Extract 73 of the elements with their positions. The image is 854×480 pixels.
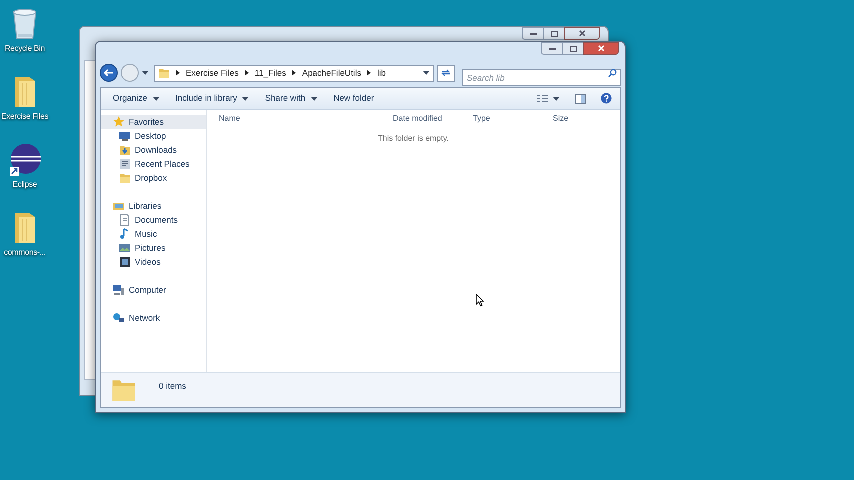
computer-icon <box>113 284 125 296</box>
nav-item[interactable]: Documents <box>101 213 206 227</box>
column-header[interactable]: Name <box>219 112 393 124</box>
column-header[interactable]: Type <box>473 112 553 124</box>
toolbar-button[interactable]: Include in library <box>168 90 258 108</box>
close-icon <box>578 30 586 37</box>
desktop-icon-label[interactable]: Eclipse <box>12 179 38 191</box>
recycle-bin-icon <box>11 8 39 40</box>
nav-item[interactable]: Videos <box>101 255 206 269</box>
close-button[interactable] <box>583 42 619 55</box>
nav-item[interactable]: Computer <box>101 283 206 297</box>
nav-item[interactable]: Recent Places <box>101 157 206 171</box>
address-bar[interactable]: Exercise Files 11_Files ApacheFileUtils lib <box>154 64 434 82</box>
folder-icon <box>119 172 131 184</box>
folder-arrow-icon <box>119 144 131 156</box>
document-icon <box>119 214 131 226</box>
desktop-icon-label[interactable]: Exercise Files <box>2 111 48 123</box>
eclipse-icon <box>8 143 42 177</box>
breadcrumb-item[interactable]: Exercise Files <box>186 66 239 80</box>
film-icon <box>119 256 131 268</box>
chevron-right-icon <box>367 70 372 76</box>
toolbar-button[interactable]: New folder <box>326 90 382 108</box>
star-icon <box>113 116 125 128</box>
search-icon <box>608 68 617 78</box>
back-button[interactable] <box>100 64 118 82</box>
nav-item[interactable]: Pictures <box>101 241 206 255</box>
picture-icon <box>119 242 131 254</box>
nav-item[interactable]: Libraries <box>101 199 206 213</box>
folder-icon <box>13 211 37 245</box>
back-arrow-icon <box>104 69 114 77</box>
refresh-button[interactable] <box>437 64 455 82</box>
empty-folder-message: This folder is empty. <box>378 133 449 145</box>
nav-item[interactable]: Favorites <box>101 115 206 129</box>
nav-item[interactable]: Dropbox <box>101 171 206 185</box>
search-field[interactable]: Search lib <box>462 69 621 86</box>
breadcrumb-item[interactable]: ApacheFileUtils <box>302 66 362 80</box>
minimize-button[interactable] <box>522 27 544 40</box>
list-view-icon <box>537 94 548 102</box>
caret-icon <box>142 71 149 75</box>
recent-places-icon <box>119 158 131 170</box>
nav-item[interactable]: Desktop <box>101 129 206 143</box>
help-icon <box>600 93 612 104</box>
breadcrumb-item[interactable]: lib <box>377 66 386 80</box>
column-header[interactable]: Size <box>553 112 613 124</box>
maximize-button[interactable] <box>544 27 564 40</box>
close-button[interactable] <box>564 27 600 40</box>
preview-pane-icon <box>574 94 586 104</box>
toolbar-button[interactable]: Organize <box>105 90 168 108</box>
music-note-icon <box>119 228 131 240</box>
desktop-icon-label[interactable]: Recycle Bin <box>4 43 46 55</box>
network-icon <box>113 312 125 324</box>
minimize-button[interactable] <box>541 42 563 55</box>
close-icon <box>598 45 604 52</box>
nav-item[interactable]: Music <box>101 227 206 241</box>
desktop-icon-label[interactable]: commons-... <box>4 247 46 259</box>
nav-item[interactable]: Downloads <box>101 143 206 157</box>
chevron-right-icon <box>292 70 296 76</box>
refresh-icon <box>441 69 451 77</box>
caret-icon <box>553 96 560 100</box>
chevron-right-icon <box>244 70 249 76</box>
folder-icon <box>13 75 37 109</box>
folder-icon <box>158 67 170 79</box>
breadcrumb-item[interactable]: 11_Files <box>254 66 286 80</box>
libraries-icon <box>113 200 125 212</box>
item-count: 0 items <box>159 380 186 393</box>
chevron-right-icon <box>176 70 180 76</box>
maximize-button[interactable] <box>563 42 583 55</box>
caret-icon <box>423 71 430 75</box>
column-header[interactable]: Date modified <box>393 112 473 124</box>
nav-item[interactable]: Network <box>101 311 206 325</box>
toolbar-button[interactable]: Share with <box>257 90 326 108</box>
mouse-pointer-icon <box>476 294 484 307</box>
monitor-icon <box>119 130 131 142</box>
